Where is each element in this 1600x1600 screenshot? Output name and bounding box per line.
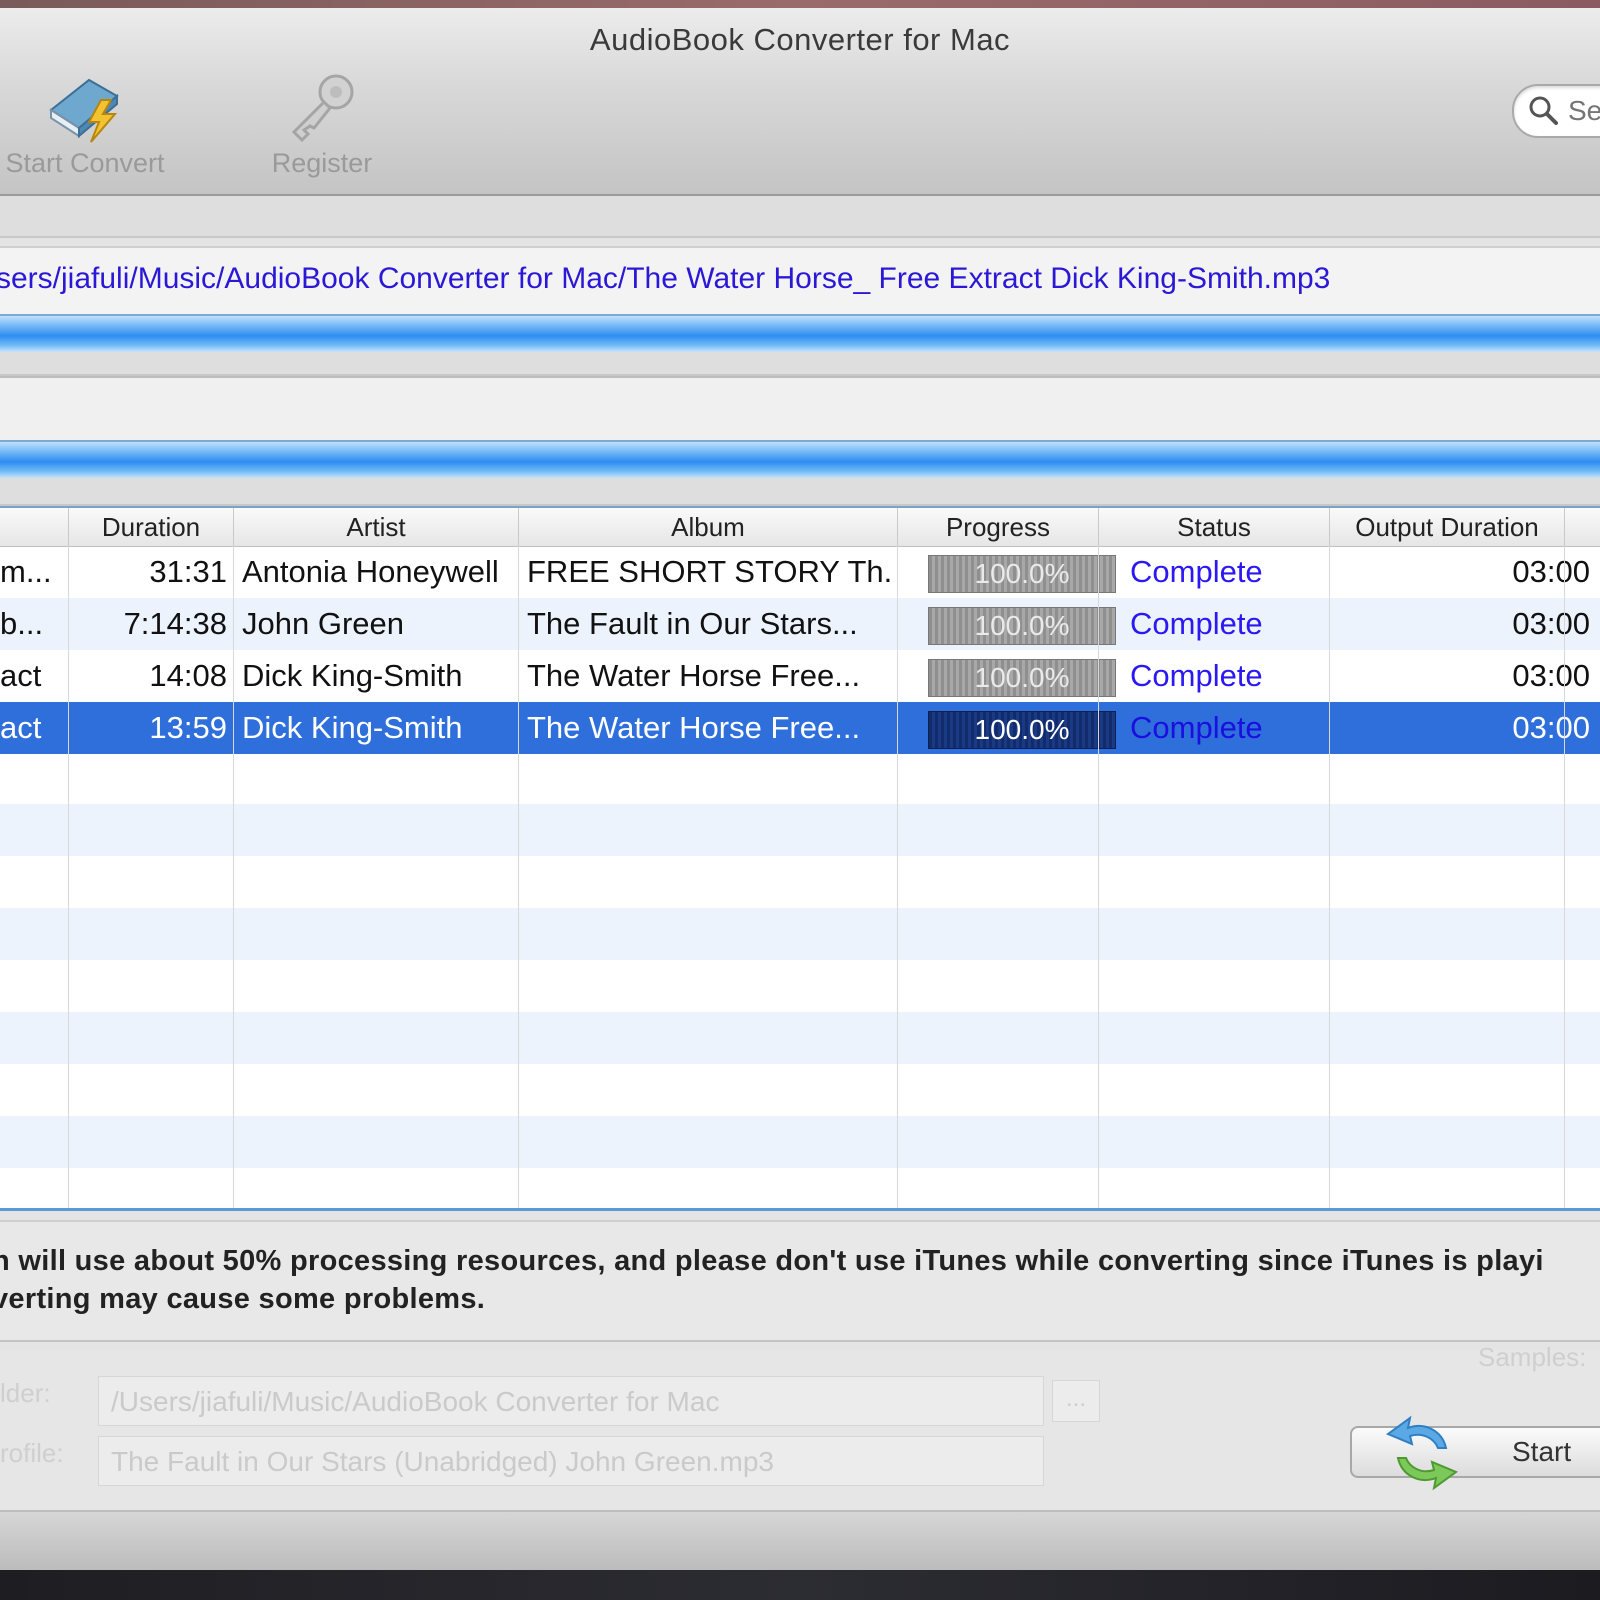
- cell-artist: Dick King-Smith: [242, 658, 463, 693]
- status-text: Complete: [1130, 710, 1263, 745]
- cell-duration: 13:59: [149, 710, 227, 745]
- empty-row: [0, 1116, 1600, 1168]
- empty-row: [0, 856, 1600, 908]
- empty-row: [0, 752, 1600, 804]
- progress-label: 100.0%: [974, 558, 1070, 589]
- progress-label: 100.0%: [974, 662, 1070, 693]
- column-divider: [1329, 546, 1330, 1208]
- audiobook-table[interactable]: Duration Artist Album Progress Status Ou…: [0, 506, 1600, 1211]
- search-icon: [1529, 96, 1558, 125]
- column-divider: [233, 546, 234, 1208]
- progress-bar: 100.0%: [928, 659, 1116, 697]
- samples-label: Samples:: [1478, 1342, 1587, 1372]
- cell-album: FREE SHORT STORY Th...: [527, 554, 893, 589]
- empty-row: [0, 1064, 1600, 1116]
- cell-output-duration: 03:00: [1512, 606, 1590, 641]
- progress-label: 100.0%: [974, 714, 1070, 745]
- start-label: Start: [1512, 1436, 1572, 1467]
- notice-text: n will use about 50% processing resource…: [0, 1242, 1600, 1318]
- cell-name: b...: [0, 606, 44, 641]
- empty-row: [0, 804, 1600, 856]
- key-icon: [291, 74, 354, 143]
- cell-output-duration: 03:00: [1512, 710, 1590, 745]
- column-header-artist[interactable]: Artist: [234, 508, 519, 546]
- output-file-label: rofile:: [0, 1438, 64, 1468]
- desktop-background-top: [0, 0, 1600, 8]
- cell-name: m...: [0, 554, 52, 589]
- faded-strip-3: [0, 478, 1600, 506]
- column-divider: [518, 546, 519, 1208]
- cell-name: act: [0, 658, 42, 693]
- table-header: Duration Artist Album Progress Status Ou…: [0, 508, 1600, 547]
- info-panel: [0, 376, 1600, 442]
- notice-panel: n will use about 50% processing resource…: [0, 1220, 1600, 1342]
- status-text: Complete: [1130, 554, 1263, 589]
- app-window: AudioBook Converter for Mac Start Conver…: [0, 8, 1600, 1570]
- empty-row: [0, 1012, 1600, 1064]
- desktop-background-bottom: [0, 1570, 1600, 1600]
- faded-header-strip: [0, 196, 1600, 238]
- cell-output-duration: 03:00: [1512, 658, 1590, 693]
- table-row[interactable]: act 14:08 Dick King-Smith The Water Hors…: [0, 650, 1600, 702]
- register-label: Register: [271, 148, 373, 178]
- total-progress-bar: [0, 440, 1600, 480]
- start-convert-button[interactable]: Start Convert: [0, 70, 170, 179]
- table-row-selected[interactable]: act 13:59 Dick King-Smith The Water Hors…: [0, 702, 1600, 754]
- empty-row: [0, 960, 1600, 1012]
- cell-duration: 7:14:38: [123, 606, 227, 641]
- output-folder-label: lder:: [0, 1378, 51, 1408]
- window-title: AudioBook Converter for Mac: [589, 22, 1011, 57]
- cell-artist: John Green: [242, 606, 404, 641]
- current-file-panel: sers/jiafuli/Music/AudioBook Converter f…: [0, 246, 1600, 318]
- search-input[interactable]: [1566, 92, 1600, 130]
- progress-bar: 100.0%: [928, 555, 1116, 593]
- status-text: Complete: [1130, 658, 1263, 693]
- status-text: Complete: [1130, 606, 1263, 641]
- progress-bar: 100.0%: [928, 607, 1116, 645]
- column-header-progress[interactable]: Progress: [898, 508, 1099, 546]
- column-header-output-duration[interactable]: Output Duration: [1330, 508, 1565, 546]
- cell-album: The Water Horse Free...: [527, 658, 861, 693]
- output-file-field[interactable]: The Fault in Our Stars (Unabridged) John…: [98, 1436, 1044, 1486]
- toolbar: AudioBook Converter for Mac Start Conver…: [0, 8, 1600, 196]
- search-field[interactable]: [1512, 84, 1600, 138]
- cell-duration: 31:31: [149, 554, 227, 589]
- faded-strip-2: [0, 352, 1600, 376]
- cell-output-duration: 03:00: [1512, 554, 1590, 589]
- table-row[interactable]: b... 7:14:38 John Green The Fault in Our…: [0, 598, 1600, 650]
- current-progress-bar: [0, 314, 1600, 354]
- cell-artist: Dick King-Smith: [242, 710, 463, 745]
- current-file-path: sers/jiafuli/Music/AudioBook Converter f…: [0, 262, 1331, 295]
- cell-album: The Water Horse Free...: [527, 710, 861, 745]
- register-button[interactable]: Register: [262, 70, 382, 179]
- book-lightning-icon: [49, 78, 119, 143]
- table-row[interactable]: m... 31:31 Antonia Honeywell FREE SHORT …: [0, 546, 1600, 598]
- notice-line-1: n will use about 50% processing resource…: [0, 1245, 1544, 1277]
- column-header-duration[interactable]: Duration: [69, 508, 234, 546]
- column-divider: [897, 546, 898, 1208]
- progress-label: 100.0%: [974, 610, 1070, 641]
- output-folder-field[interactable]: /Users/jiafuli/Music/AudioBook Converter…: [98, 1376, 1044, 1426]
- cell-album: The Fault in Our Stars...: [527, 606, 858, 641]
- empty-row: [0, 908, 1600, 960]
- column-header-status[interactable]: Status: [1099, 508, 1330, 546]
- progress-bar: 100.0%: [928, 711, 1116, 749]
- column-divider: [1564, 546, 1565, 1208]
- column-header-album[interactable]: Album: [519, 508, 898, 546]
- output-settings-panel: lder: /Users/jiafuli/Music/AudioBook Con…: [0, 1342, 1600, 1512]
- cell-name: act: [0, 710, 42, 745]
- column-divider: [1098, 546, 1099, 1208]
- convert-arrows-icon: [1385, 1415, 1459, 1491]
- cell-duration: 14:08: [149, 658, 227, 693]
- column-divider: [68, 546, 69, 1208]
- start-convert-label: Start Convert: [5, 148, 165, 178]
- notice-line-2: verting may cause some problems.: [0, 1283, 486, 1315]
- window-status-bar: [0, 1512, 1600, 1570]
- column-header-name[interactable]: [0, 508, 69, 546]
- cell-artist: Antonia Honeywell: [242, 554, 499, 589]
- browse-button[interactable]: ...: [1052, 1380, 1100, 1422]
